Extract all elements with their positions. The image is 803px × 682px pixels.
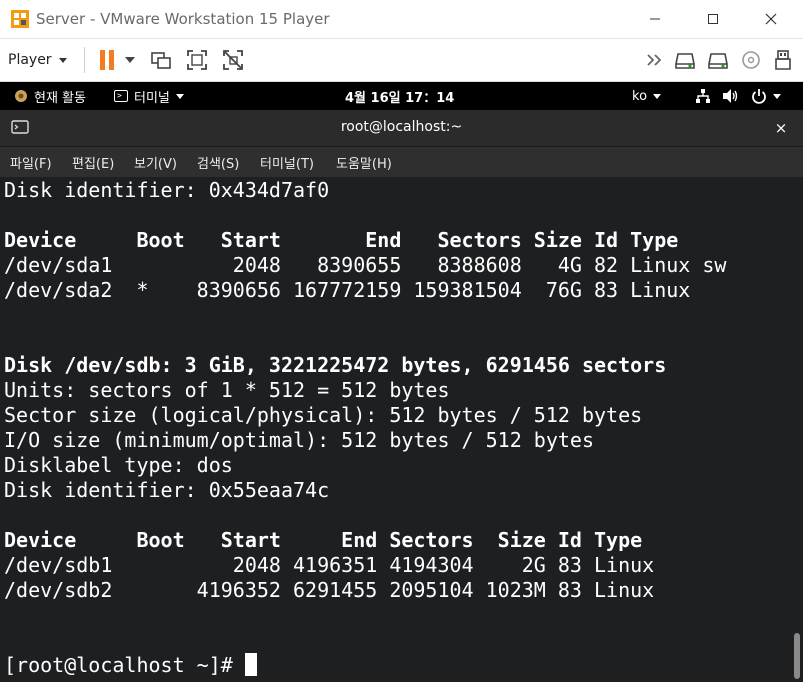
terminal-app-icon: > <box>114 90 128 102</box>
disk-icon <box>675 53 695 69</box>
toolbar-divider <box>84 47 85 73</box>
chevron-down-icon <box>58 57 67 63</box>
terminal-disk-heading: Disk /dev/sdb: 3 GiB, 3221225472 bytes, … <box>4 353 667 377</box>
network-status[interactable] <box>695 82 711 110</box>
menu-terminal[interactable]: 터미널(T) <box>260 147 314 177</box>
language-selector[interactable]: ko <box>632 82 662 110</box>
gnome-top-bar: 현재 활동 > 터미널 4월 16일 17：14 ko <box>0 82 803 110</box>
player-toolbar: Player <box>0 39 803 82</box>
shell-prompt: [root@localhost ~]# <box>4 653 245 677</box>
terminal-line: Disklabel type: dos <box>4 453 233 477</box>
maximize-button[interactable] <box>684 0 742 38</box>
app-menu-button[interactable]: > 터미널 <box>114 82 184 110</box>
pause-icon <box>100 50 114 70</box>
terminal-line: /dev/sdb1 2048 4196351 4194304 2G 83 Lin… <box>4 553 655 577</box>
clock-label: 4월 16일 17：14 <box>345 90 455 106</box>
cd-dvd-button[interactable] <box>738 47 764 73</box>
hard-disk-button[interactable] <box>672 47 698 73</box>
terminal-output[interactable]: Disk identifier: 0x434d7af0 Device Boot … <box>0 177 803 682</box>
chevron-down-icon <box>175 93 184 99</box>
hard-disk-button-2[interactable] <box>705 47 731 73</box>
terminal-line: Disk identifier: 0x434d7af0 <box>4 178 330 202</box>
usb-icon <box>775 50 791 70</box>
unity-button[interactable] <box>220 47 246 73</box>
more-devices-button[interactable] <box>642 47 668 73</box>
window-titlebar: Server - VMware Workstation 15 Player <box>0 0 803 39</box>
send-ctrl-alt-del-icon <box>151 52 171 69</box>
terminal-line: /dev/sda2 * 8390656 167772159 159381504 … <box>4 278 691 302</box>
vmware-logo-icon <box>10 9 30 29</box>
text-cursor <box>244 653 257 676</box>
terminal-line: /dev/sda1 2048 8390655 8388608 4G 82 Lin… <box>4 253 727 277</box>
player-menu-label: Player <box>8 52 52 68</box>
menu-help[interactable]: 도움말(H) <box>336 147 392 177</box>
language-label: ko <box>632 88 648 104</box>
terminal-line: Units: sectors of 1 * 512 = 512 bytes <box>4 378 450 402</box>
terminal-menubar: 파일(F) 편집(E) 보기(V) 검색(S) 터미널(T) 도움말(H) <box>0 147 803 177</box>
disk-icon <box>708 53 728 69</box>
minimize-icon <box>650 18 660 20</box>
menu-view[interactable]: 보기(V) <box>134 147 177 177</box>
maximize-icon <box>708 14 718 24</box>
activities-icon <box>14 89 28 103</box>
pause-button[interactable] <box>94 47 120 73</box>
fullscreen-icon <box>187 50 207 70</box>
double-chevron-right-icon <box>647 54 662 66</box>
app-menu-label: 터미널 <box>134 90 170 106</box>
terminal-line: /dev/sdb2 4196352 6291455 2095104 1023M … <box>4 578 655 602</box>
fullscreen-button[interactable] <box>184 47 210 73</box>
activities-button[interactable]: 현재 활동 <box>14 82 86 110</box>
terminal-close-button[interactable]: × <box>771 118 791 138</box>
chevron-down-icon <box>653 93 662 99</box>
terminal-scrollbar[interactable] <box>794 633 800 679</box>
terminal-headerbar: root@localhost:~ × <box>0 110 803 147</box>
volume-icon <box>723 89 738 103</box>
unity-icon <box>223 50 243 70</box>
terminal-prompt-line: [root@localhost ~]# <box>4 653 257 678</box>
terminal-line: Sector size (logical/physical): 512 byte… <box>4 403 643 427</box>
close-icon <box>765 13 777 25</box>
power-icon <box>752 89 766 104</box>
close-button[interactable] <box>742 0 800 38</box>
terminal-title: root@localhost:~ <box>340 119 463 135</box>
menu-file[interactable]: 파일(F) <box>10 147 52 177</box>
terminal-table-header: Device Boot Start End Sectors Size Id Ty… <box>4 528 643 552</box>
terminal-line: I/O size (minimum/optimal): 512 bytes / … <box>4 428 595 452</box>
network-icon <box>696 89 710 103</box>
menu-search[interactable]: 검색(S) <box>197 147 239 177</box>
minimize-button[interactable] <box>626 0 684 38</box>
terminal-line: Disk identifier: 0x55eaa74c <box>4 478 330 502</box>
player-menu-button[interactable]: Player <box>8 48 67 72</box>
menu-edit[interactable]: 편집(E) <box>72 147 114 177</box>
window-title: Server - VMware Workstation 15 Player <box>36 10 330 28</box>
activities-label: 현재 활동 <box>34 90 86 106</box>
close-icon: × <box>774 119 788 137</box>
chevron-down-icon <box>125 57 135 63</box>
system-menu-button[interactable] <box>751 82 781 110</box>
chevron-down-icon <box>773 93 781 99</box>
terminal-table-header: Device Boot Start End Sectors Size Id Ty… <box>4 228 679 252</box>
clock-button[interactable]: 4월 16일 17：14 <box>345 82 454 110</box>
send-ctrl-alt-del-button[interactable] <box>148 47 174 73</box>
power-dropdown-button[interactable] <box>120 47 140 73</box>
volume-status[interactable] <box>722 82 740 110</box>
usb-button[interactable] <box>770 47 796 73</box>
cd-icon <box>742 51 760 69</box>
